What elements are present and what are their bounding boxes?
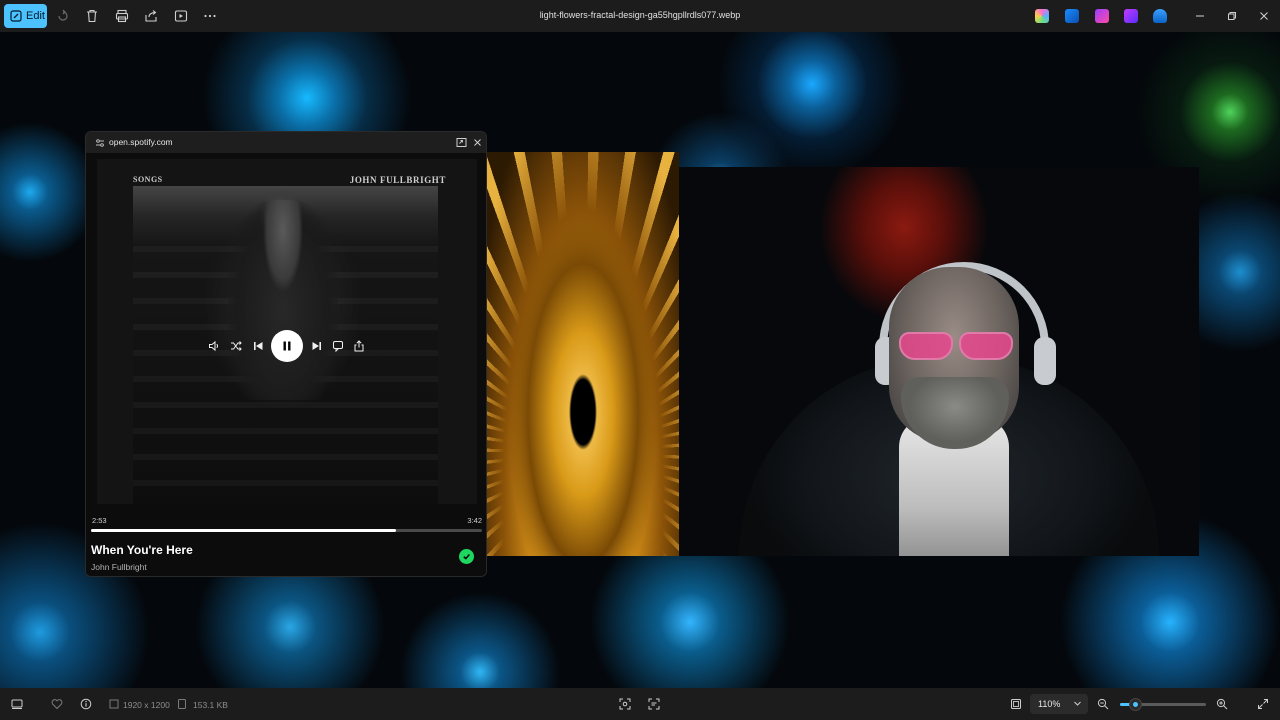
onedrive-icon[interactable] xyxy=(1153,9,1167,23)
album-artist: JOHN FULLBRIGHT xyxy=(349,175,446,185)
spotify-mini-player: open.spotify.com SONGS JOHN FULLBRIGHT 2… xyxy=(85,131,487,577)
elapsed-time: 2:53 xyxy=(92,516,107,525)
pause-icon xyxy=(283,341,291,351)
pink-sunglasses xyxy=(897,332,1015,364)
bottom-status-bar xyxy=(0,688,1280,720)
track-artist[interactable]: John Fullbright xyxy=(91,562,147,572)
lyrics-icon[interactable] xyxy=(332,340,344,352)
edit-icon xyxy=(10,10,22,22)
webcam-overlay xyxy=(679,167,1199,556)
slideshow-icon[interactable] xyxy=(172,7,190,25)
delete-icon[interactable] xyxy=(83,7,101,25)
headphones-right-cup xyxy=(1034,337,1056,385)
liked-check-button[interactable] xyxy=(459,549,474,564)
image-dimensions: 1920 x 1200 xyxy=(123,700,170,710)
edit-label: Edit xyxy=(26,10,45,22)
zoom-slider[interactable] xyxy=(1120,699,1206,710)
progress-bar[interactable] xyxy=(91,529,482,532)
zoom-out-icon[interactable] xyxy=(1096,697,1110,711)
glasses-right-lens xyxy=(959,332,1013,360)
clipchamp-icon[interactable] xyxy=(1095,9,1109,23)
share-track-icon[interactable] xyxy=(353,340,365,352)
dimensions-icon xyxy=(107,697,121,711)
close-mini-player-icon[interactable] xyxy=(472,137,483,148)
zoom-dropdown[interactable]: 110% xyxy=(1030,694,1088,714)
fit-to-window-icon[interactable] xyxy=(1009,697,1023,711)
share-icon[interactable] xyxy=(142,7,160,25)
visual-search-icon[interactable] xyxy=(618,697,632,711)
flower-vignette xyxy=(487,152,679,556)
favorite-heart-icon[interactable] xyxy=(50,697,64,711)
golden-flower-image xyxy=(487,152,679,556)
previous-track-icon[interactable] xyxy=(252,340,264,352)
file-size: 153.1 KB xyxy=(193,700,228,710)
glasses-left-lens xyxy=(899,332,953,360)
photos-app: Edit light-flowers-fractal-design-ga55hg… xyxy=(0,0,1280,720)
file-size-icon xyxy=(175,697,189,711)
mini-player-body: SONGS JOHN FULLBRIGHT 2:53 3:42 When You… xyxy=(86,153,486,576)
edit-button[interactable]: Edit xyxy=(4,4,47,28)
designer-icon[interactable] xyxy=(1124,9,1138,23)
top-toolbar: Edit light-flowers-fractal-design-ga55hg… xyxy=(0,0,1280,32)
minimize-icon[interactable] xyxy=(1191,7,1209,25)
check-icon xyxy=(463,554,470,560)
full-screen-icon[interactable] xyxy=(1256,697,1270,711)
shuffle-icon[interactable] xyxy=(230,340,242,352)
back-to-tab-icon[interactable] xyxy=(456,137,467,148)
next-track-icon[interactable] xyxy=(311,340,323,352)
site-settings-icon[interactable] xyxy=(95,138,105,148)
restore-icon[interactable] xyxy=(1223,7,1241,25)
progress-fill xyxy=(91,529,396,532)
chevron-down-icon xyxy=(1074,701,1081,706)
track-title[interactable]: When You're Here xyxy=(91,543,193,557)
album-title: SONGS xyxy=(133,175,163,184)
filmstrip-icon[interactable] xyxy=(10,697,24,711)
file-name-title: light-flowers-fractal-design-ga55hgpllrd… xyxy=(539,10,741,20)
site-url: open.spotify.com xyxy=(109,137,173,147)
zoom-in-icon[interactable] xyxy=(1215,697,1229,711)
copilot-icon[interactable] xyxy=(1035,9,1049,23)
pause-button[interactable] xyxy=(271,330,303,362)
mini-player-titlebar: open.spotify.com xyxy=(86,132,486,153)
rotate-icon[interactable] xyxy=(54,7,72,25)
close-icon[interactable] xyxy=(1255,7,1273,25)
photos-app-icon[interactable] xyxy=(1065,9,1079,23)
print-icon[interactable] xyxy=(113,7,131,25)
zoom-value: 110% xyxy=(1038,699,1061,709)
more-icon[interactable] xyxy=(201,7,219,25)
info-icon[interactable] xyxy=(79,697,93,711)
playback-controls xyxy=(86,330,486,364)
volume-icon[interactable] xyxy=(208,340,220,352)
total-time: 3:42 xyxy=(467,516,482,525)
text-recognition-icon[interactable] xyxy=(647,697,661,711)
